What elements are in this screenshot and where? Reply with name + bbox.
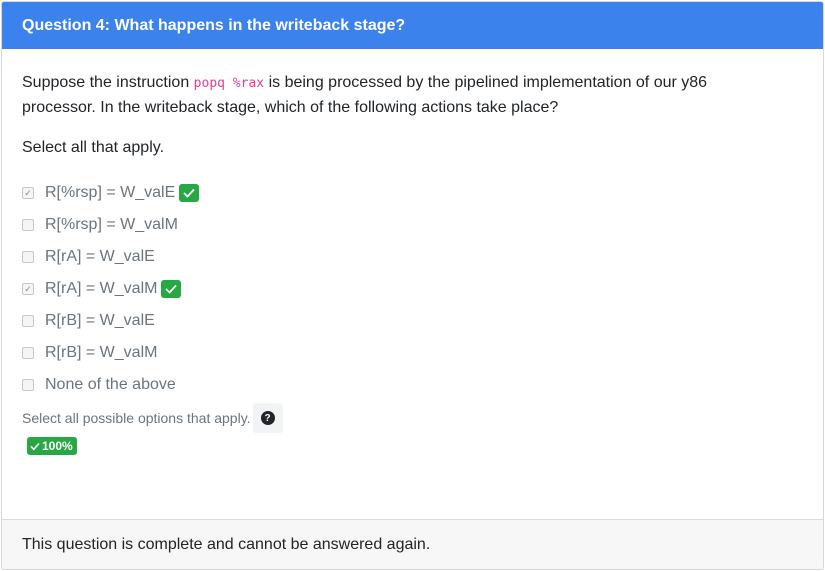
option-2-label: R[rA] = W_valE [45,248,155,265]
option-3: ✓ R[rA] = W_valM [22,273,803,305]
question-prompt: Suppose the instruction popq %rax is bei… [22,71,742,120]
completion-message: This question is complete and cannot be … [2,519,823,569]
option-2-checkbox[interactable] [22,251,34,263]
score-value: 100% [42,439,73,453]
option-1: R[%rsp] = W_valM [22,209,803,241]
checked-icon: ✓ [24,283,32,294]
option-5-label: R[rB] = W_valM [45,344,158,361]
hint-text: Select all possible options that apply. [22,410,251,426]
option-0: ✓ R[%rsp] = W_valE [22,177,803,209]
option-6: None of the above [22,369,803,401]
question-body: Suppose the instruction popq %rax is bei… [2,49,823,456]
prompt-text-before: Suppose the instruction [22,74,194,91]
hint-row: Select all possible options that apply. … [22,403,803,433]
option-5: R[rB] = W_valM [22,337,803,369]
check-icon [30,442,40,450]
help-button[interactable]: ? [252,403,283,433]
correct-check-icon [179,184,200,202]
option-5-checkbox[interactable] [22,347,34,359]
option-3-checkbox[interactable]: ✓ [22,283,34,295]
question-title: Question 4: What happens in the writebac… [2,2,823,49]
option-6-label: None of the above [45,376,176,393]
option-4-label: R[rB] = W_valE [45,312,155,329]
select-instruction: Select all that apply. [22,139,165,156]
instruction-code: popq %rax [193,76,265,91]
option-2: R[rA] = W_valE [22,241,803,273]
score-badge: 100% [27,437,77,455]
option-6-checkbox[interactable] [22,379,34,391]
option-4-checkbox[interactable] [22,315,34,327]
checked-icon: ✓ [24,187,32,198]
option-3-label: R[rA] = W_valM [45,280,158,297]
option-4: R[rB] = W_valE [22,305,803,337]
option-0-label: R[%rsp] = W_valE [45,184,176,201]
question-card: Question 4: What happens in the writebac… [1,1,824,570]
correct-check-icon [161,280,182,298]
option-1-checkbox[interactable] [22,219,34,231]
answer-options: ✓ R[%rsp] = W_valE R[%rsp] = W_valM R[rA… [22,177,803,401]
option-0-checkbox[interactable]: ✓ [22,187,34,199]
option-1-label: R[%rsp] = W_valM [45,216,178,233]
question-circle-icon: ? [260,411,275,425]
